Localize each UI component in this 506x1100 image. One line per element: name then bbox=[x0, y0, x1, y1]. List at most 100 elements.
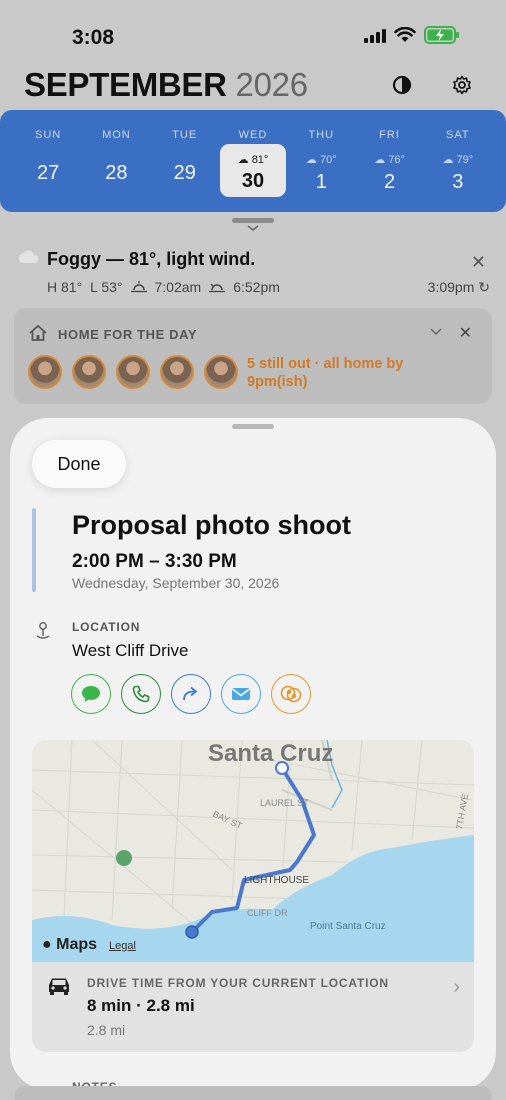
cloud-icon: ☁ bbox=[442, 154, 457, 166]
chevron-right-icon: › bbox=[453, 976, 460, 998]
day-temp: 79° bbox=[456, 154, 474, 166]
avatar[interactable] bbox=[116, 355, 150, 389]
event-date: Wednesday, September 30, 2026 bbox=[72, 575, 280, 591]
sheet-handle[interactable] bbox=[232, 424, 274, 429]
apple-logo-icon: ● bbox=[42, 936, 52, 953]
weather-updated-time: 3:09pm bbox=[427, 279, 475, 295]
contact-actions bbox=[71, 674, 311, 714]
avatar[interactable] bbox=[72, 355, 106, 389]
location-label: LOCATION bbox=[72, 620, 141, 634]
weather-details: H 81° L 53° 7:02am 6:52pm bbox=[47, 279, 280, 295]
chevron-down-icon[interactable] bbox=[246, 224, 260, 232]
day-date: 30 bbox=[241, 170, 265, 192]
event-detail-sheet: Done Proposal photo shoot 2:00 PM – 3:30… bbox=[10, 418, 496, 1090]
home-close-button[interactable]: ✕ bbox=[459, 323, 472, 343]
sunset-time: 6:52pm bbox=[233, 279, 280, 295]
day-weather: ☁ 70° bbox=[287, 153, 355, 166]
drive-time-row[interactable]: DRIVE TIME FROM YOUR CURRENT LOCATION 8 … bbox=[32, 962, 474, 1052]
day-name: SAT bbox=[446, 129, 470, 141]
maps-logo: ● Maps bbox=[42, 936, 97, 954]
gear-icon bbox=[453, 75, 471, 95]
chevron-down-icon[interactable] bbox=[430, 328, 442, 336]
avatar[interactable] bbox=[204, 355, 238, 389]
theme-toggle-button[interactable] bbox=[389, 72, 415, 98]
map-label-laurel: LAUREL ST bbox=[260, 798, 309, 808]
done-button[interactable]: Done bbox=[32, 440, 126, 488]
contrast-icon bbox=[392, 75, 412, 95]
battery-charging-icon bbox=[424, 26, 459, 44]
map-label-cliff: CLIFF DR bbox=[247, 908, 288, 918]
route-map[interactable]: LAUREL ST BAY ST LIGHTHOUSE CLIFF DR Poi… bbox=[32, 740, 474, 962]
legal-link[interactable]: Legal bbox=[109, 940, 136, 952]
message-button[interactable] bbox=[71, 674, 111, 714]
location-pin-icon bbox=[36, 622, 50, 639]
map-graphic: LAUREL ST BAY ST LIGHTHOUSE CLIFF DR Poi… bbox=[32, 740, 474, 962]
day-cell-thu[interactable]: THU ☁ 70° 1 bbox=[287, 110, 355, 212]
page-title: SEPTEMBER 2026 bbox=[24, 66, 308, 104]
home-status-note: 5 still out · all home by 9pm(ish) bbox=[247, 356, 404, 390]
day-cell-tue[interactable]: TUE 29 bbox=[151, 110, 219, 212]
mail-button[interactable] bbox=[221, 674, 261, 714]
day-cell-sun[interactable]: SUN 27 bbox=[14, 110, 82, 212]
message-icon bbox=[82, 686, 100, 702]
day-date: 2 bbox=[383, 171, 396, 193]
share-arrow-icon bbox=[183, 686, 198, 701]
day-temp: 81° bbox=[251, 154, 269, 166]
avatar-list bbox=[28, 355, 238, 389]
day-cell-fri[interactable]: FRI ☁ 76° 2 bbox=[356, 110, 424, 212]
low-temp: L 53° bbox=[90, 279, 123, 295]
day-name: WED bbox=[238, 129, 268, 141]
weather-summary: Foggy — 81°, light wind. bbox=[47, 249, 256, 269]
share-button[interactable] bbox=[171, 674, 211, 714]
cloud-icon: ☁ bbox=[374, 154, 389, 166]
call-button[interactable] bbox=[121, 674, 161, 714]
month-label: SEPTEMBER bbox=[24, 66, 227, 103]
day-date: 28 bbox=[105, 162, 128, 184]
status-time: 3:08 bbox=[72, 26, 115, 49]
avatar[interactable] bbox=[160, 355, 194, 389]
signal-icon bbox=[364, 27, 386, 43]
day-date: 29 bbox=[173, 162, 196, 184]
drive-time-label: DRIVE TIME FROM YOUR CURRENT LOCATION bbox=[87, 976, 389, 990]
day-weather: ☁ 79° bbox=[424, 153, 492, 166]
storm-cloud-icon: ☁ bbox=[237, 154, 252, 166]
people-button[interactable] bbox=[271, 674, 311, 714]
day-name: FRI bbox=[379, 129, 400, 141]
day-date: 1 bbox=[315, 171, 327, 193]
wifi-icon bbox=[394, 27, 416, 42]
day-cell-mon[interactable]: MON 28 bbox=[82, 110, 150, 212]
weather-updated[interactable]: 3:09pm ↻ bbox=[428, 279, 490, 296]
cloud-icon: ☁ bbox=[305, 154, 320, 166]
weather-close-button[interactable]: ✕ bbox=[471, 252, 486, 273]
day-weather: ☁ 76° bbox=[356, 153, 424, 166]
drive-time-value: 8 min · 2.8 mi bbox=[87, 996, 195, 1015]
mail-icon bbox=[232, 688, 250, 700]
day-date: 3 bbox=[452, 171, 464, 193]
sunrise-icon bbox=[130, 281, 147, 293]
day-temp: 70° bbox=[319, 154, 337, 166]
year-label: 2026 bbox=[235, 66, 309, 103]
map-city-label: Santa Cruz bbox=[208, 740, 334, 767]
house-icon bbox=[29, 324, 47, 341]
home-card: HOME FOR THE DAY ✕ 5 still out · all hom… bbox=[14, 308, 492, 404]
calendar-color-bar bbox=[32, 508, 36, 592]
drawer-handle[interactable] bbox=[232, 218, 274, 223]
refresh-icon: ↻ bbox=[478, 279, 490, 295]
bottom-toolbar bbox=[14, 1086, 492, 1100]
fog-cloud-icon bbox=[18, 250, 39, 263]
day-name: MON bbox=[102, 129, 131, 141]
day-cell-wed[interactable]: WED ☁ 81° 30 bbox=[219, 110, 287, 212]
event-time: 2:00 PM – 3:30 PM bbox=[72, 551, 237, 572]
day-name: SUN bbox=[35, 129, 62, 141]
day-cell-sat[interactable]: SAT ☁ 79° 3 bbox=[424, 110, 492, 212]
avatar[interactable] bbox=[28, 355, 62, 389]
status-icons bbox=[364, 26, 460, 44]
maps-logo-text: Maps bbox=[56, 936, 98, 953]
status-bar: 3:08 bbox=[0, 0, 506, 60]
settings-button[interactable] bbox=[449, 72, 475, 98]
location-value[interactable]: West Cliff Drive bbox=[72, 641, 189, 661]
event-title: Proposal photo shoot bbox=[72, 510, 351, 540]
drive-distance: 2.8 mi bbox=[87, 1022, 126, 1038]
map-label-point: Point Santa Cruz bbox=[310, 921, 386, 932]
week-strip: SUN 27 MON 28 TUE 29 WED ☁ 81° 30 THU ☁ 70° 1 FRI ☁ 7… bbox=[0, 110, 506, 212]
